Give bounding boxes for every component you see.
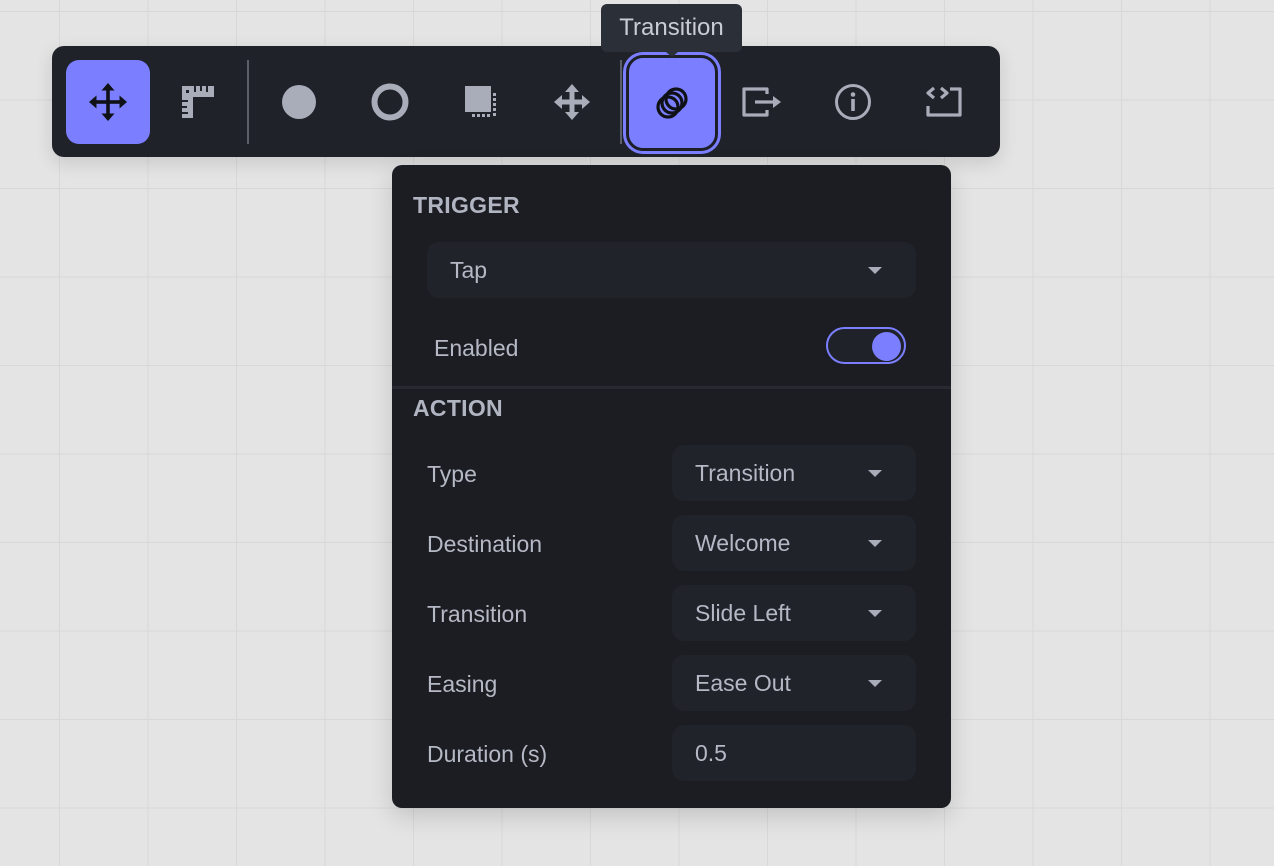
export-tool-button[interactable] [720, 60, 804, 144]
interaction-panel: TRIGGER Tap Enabled ACTION Type Transiti… [392, 165, 951, 808]
tooltip: Transition [601, 4, 742, 52]
trigger-event-select[interactable]: Tap [427, 242, 916, 298]
enabled-label: Enabled [434, 335, 519, 361]
chevron-down-icon [868, 680, 882, 687]
move-tool-button[interactable] [66, 60, 150, 144]
ring-icon [371, 83, 409, 121]
shadow-box-tool-button[interactable] [439, 60, 523, 144]
info-tool-button[interactable] [811, 60, 895, 144]
square-shadow-icon [465, 86, 496, 117]
pan-tool-button[interactable] [530, 60, 614, 144]
overlapping-rings-icon [656, 87, 688, 119]
toolbar-separator [620, 60, 622, 144]
section-divider [392, 386, 951, 389]
tooltip-caret [666, 52, 678, 57]
destination-select[interactable]: Welcome [672, 515, 916, 571]
filled-circle-tool-button[interactable] [257, 60, 341, 144]
code-box-icon [926, 86, 962, 117]
toggle-knob [872, 332, 901, 361]
destination-label: Destination [427, 531, 543, 557]
type-label: Type [427, 461, 477, 487]
chevron-down-icon [868, 267, 882, 274]
chevron-down-icon [868, 470, 882, 477]
enabled-toggle[interactable] [826, 327, 906, 364]
ring-tool-button[interactable] [348, 60, 432, 144]
chevron-down-icon [868, 610, 882, 617]
chevron-down-icon [868, 540, 882, 547]
transition-value: Slide Left [695, 599, 791, 626]
info-icon [835, 84, 871, 120]
toolbar [52, 46, 1000, 157]
type-select[interactable]: Transition [672, 445, 916, 501]
toolbar-separator [247, 60, 249, 144]
embed-tool-button[interactable] [902, 60, 986, 144]
measure-tool-button[interactable] [156, 60, 240, 144]
trigger-section-title: TRIGGER [413, 192, 520, 218]
transition-select[interactable]: Slide Left [672, 585, 916, 641]
exit-arrow-icon [742, 87, 781, 117]
pan-arrows-icon [554, 84, 590, 120]
destination-value: Welcome [695, 529, 791, 556]
transition-label: Transition [427, 601, 528, 627]
ruler-icon [182, 86, 214, 118]
duration-input[interactable]: 0.5 [672, 725, 916, 781]
duration-label: Duration (s) [427, 741, 548, 767]
type-value: Transition [695, 459, 796, 486]
move-arrows-icon [89, 83, 127, 121]
trigger-event-value: Tap [450, 256, 488, 283]
easing-select[interactable]: Ease Out [672, 655, 916, 711]
duration-value: 0.5 [695, 739, 727, 766]
easing-label: Easing [427, 671, 498, 697]
easing-value: Ease Out [695, 669, 791, 696]
action-section-title: ACTION [413, 395, 503, 421]
filled-circle-icon [282, 85, 316, 119]
transition-tool-button[interactable] [626, 55, 718, 151]
